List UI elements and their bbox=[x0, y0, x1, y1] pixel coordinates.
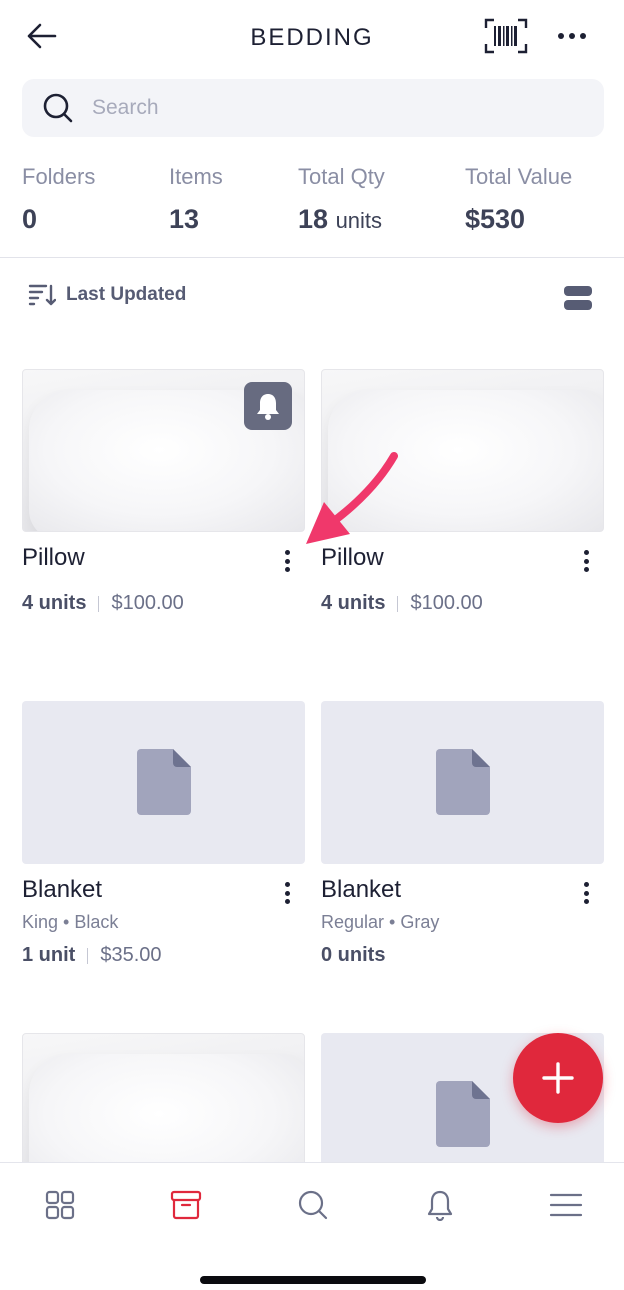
item-quantity: 4 units bbox=[321, 592, 386, 614]
item-price: $100.00 bbox=[111, 592, 184, 614]
sort-button[interactable]: Last Updated bbox=[28, 282, 186, 308]
sort-label: Last Updated bbox=[66, 284, 187, 305]
more-vertical-icon bbox=[284, 882, 290, 887]
more-vertical-icon bbox=[583, 882, 589, 887]
document-placeholder-icon bbox=[137, 749, 191, 815]
item-card[interactable]: Blanket King • Black 1 unit $35.00 bbox=[22, 701, 305, 967]
top-bar: BEDDING bbox=[0, 0, 624, 72]
home-indicator bbox=[200, 1276, 426, 1284]
item-options-button[interactable] bbox=[279, 548, 295, 574]
item-quantity: 0 units bbox=[321, 944, 386, 966]
list-view-icon bbox=[564, 286, 592, 296]
divider bbox=[87, 947, 89, 964]
search-input[interactable] bbox=[92, 96, 552, 120]
stat-items: Items 13 bbox=[169, 164, 223, 235]
item-meta: 1 unit $35.00 bbox=[22, 944, 305, 967]
stat-label: Items bbox=[169, 164, 223, 189]
nav-items[interactable] bbox=[166, 1185, 206, 1225]
item-name: Blanket bbox=[321, 876, 402, 903]
item-variant: King • Black bbox=[22, 912, 119, 932]
more-vertical-icon bbox=[284, 550, 290, 555]
item-meta: 4 units $100.00 bbox=[321, 592, 604, 615]
stat-total-qty: Total Qty 18 units bbox=[298, 164, 385, 235]
stat-value: 18 units bbox=[298, 204, 383, 234]
divider bbox=[397, 595, 399, 612]
item-price: $35.00 bbox=[100, 944, 162, 966]
more-horizontal-icon bbox=[558, 33, 564, 39]
item-card[interactable]: Blanket Regular • Gray 0 units bbox=[321, 701, 604, 967]
box-icon bbox=[170, 1190, 202, 1220]
bell-icon bbox=[427, 1190, 453, 1221]
item-options-button[interactable] bbox=[578, 548, 594, 574]
bottom-navigation bbox=[0, 1162, 624, 1290]
sort-toolbar: Last Updated bbox=[0, 280, 624, 320]
more-options-button[interactable] bbox=[552, 24, 592, 48]
inventory-summary: Folders 0 Items 13 Total Qty 18 units To… bbox=[0, 160, 624, 258]
item-card[interactable]: Pillow 4 units $100.00 bbox=[22, 369, 305, 615]
barcode-scan-icon bbox=[484, 18, 528, 54]
divider bbox=[98, 595, 100, 612]
item-options-button[interactable] bbox=[578, 880, 594, 906]
search-bar[interactable] bbox=[22, 79, 604, 137]
stat-label: Total Qty bbox=[298, 164, 385, 189]
item-quantity: 1 unit bbox=[22, 944, 76, 966]
barcode-scan-button[interactable] bbox=[484, 18, 528, 54]
item-price: $100.00 bbox=[410, 592, 483, 614]
more-vertical-icon bbox=[583, 550, 589, 555]
stat-label: Folders bbox=[22, 164, 96, 189]
document-placeholder-icon bbox=[436, 749, 490, 815]
item-meta: 4 units $100.00 bbox=[22, 592, 305, 615]
hamburger-menu-icon bbox=[549, 1193, 583, 1217]
search-icon bbox=[298, 1190, 328, 1220]
item-thumbnail bbox=[22, 369, 305, 532]
item-name: Blanket bbox=[22, 876, 103, 903]
item-options-button[interactable] bbox=[279, 880, 295, 906]
nav-notifications[interactable] bbox=[420, 1185, 460, 1225]
item-thumbnail bbox=[22, 701, 305, 864]
low-stock-alert-badge bbox=[244, 382, 292, 430]
item-variant: Regular • Gray bbox=[321, 912, 440, 932]
nav-menu[interactable] bbox=[546, 1185, 586, 1225]
add-item-button[interactable] bbox=[513, 1033, 603, 1123]
nav-search[interactable] bbox=[293, 1185, 333, 1225]
annotation-arrow-icon bbox=[306, 452, 398, 544]
item-name: Pillow bbox=[22, 544, 85, 571]
bell-icon bbox=[257, 394, 279, 420]
item-quantity: 4 units bbox=[22, 592, 87, 614]
item-thumbnail bbox=[321, 701, 604, 864]
stat-value: 13 bbox=[169, 204, 200, 234]
plus-icon bbox=[542, 1062, 574, 1094]
stat-total-value: Total Value $530 bbox=[465, 164, 572, 235]
view-toggle-button[interactable] bbox=[564, 286, 592, 312]
stat-folders: Folders 0 bbox=[22, 164, 95, 235]
document-placeholder-icon bbox=[436, 1081, 490, 1147]
page-title: BEDDING bbox=[250, 24, 374, 51]
stat-label: Total Value bbox=[465, 164, 573, 189]
search-icon bbox=[43, 93, 73, 123]
stat-value: $530 bbox=[465, 204, 526, 234]
grid-icon bbox=[45, 1190, 75, 1220]
stat-value: 0 bbox=[22, 204, 38, 234]
stat-unit: units bbox=[335, 208, 383, 233]
sort-descending-icon bbox=[28, 284, 56, 306]
nav-dashboard[interactable] bbox=[40, 1185, 80, 1225]
item-meta: 0 units bbox=[321, 944, 604, 967]
